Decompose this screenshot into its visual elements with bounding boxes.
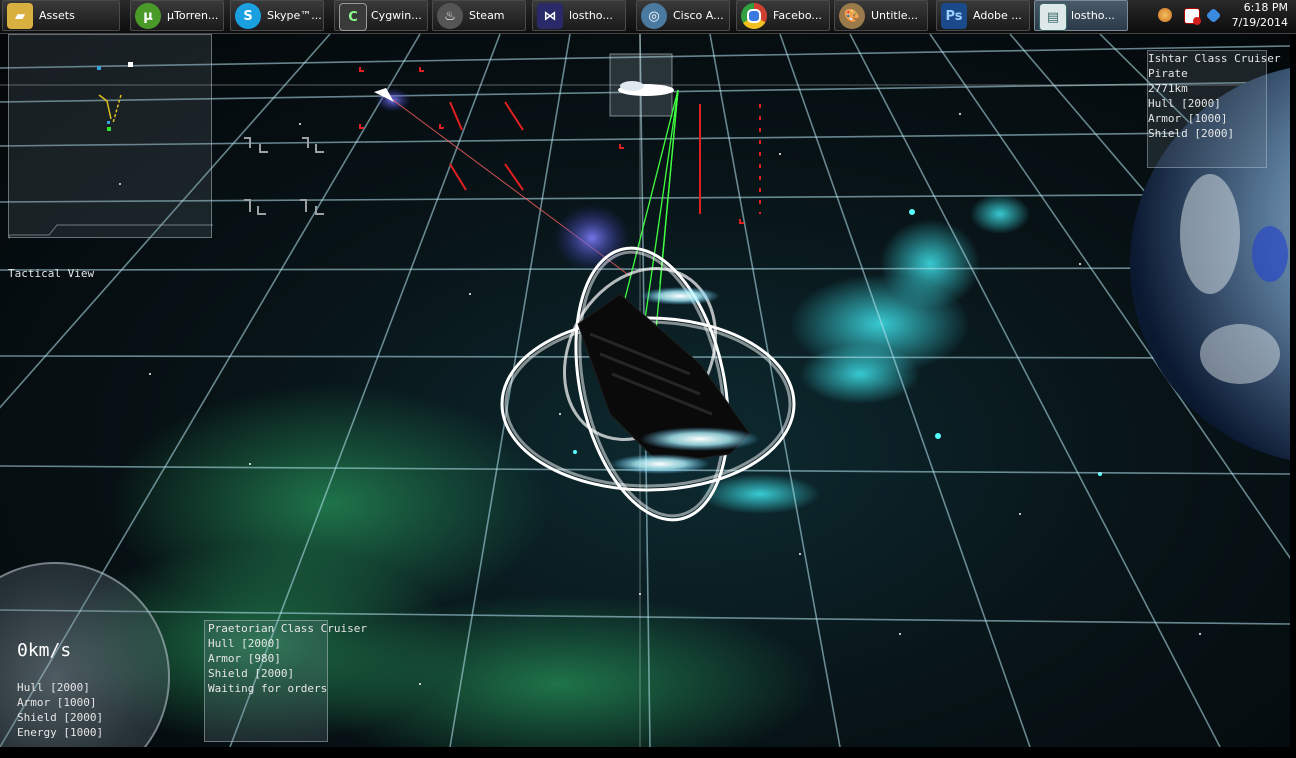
player-ship[interactable] bbox=[577, 287, 760, 474]
taskbar-item-photoshop[interactable]: Ps Adobe ... bbox=[936, 0, 1030, 31]
taskbar-item-label: Facebo... bbox=[773, 9, 822, 22]
speed-value: 0km/s bbox=[17, 640, 72, 661]
selected-ship-armor: Armor [980] bbox=[208, 652, 281, 665]
taskbar-item-label: Steam bbox=[469, 9, 505, 22]
window-bottom-border bbox=[0, 747, 1296, 758]
game-viewport[interactable]: Tactical View Ishtar Class Cruiser Pirat… bbox=[0, 34, 1290, 747]
taskbar-item-label: Cygwin... bbox=[371, 9, 422, 22]
utorrent-icon: µ bbox=[135, 3, 161, 29]
taskbar-item-skype[interactable]: S Skype™... bbox=[230, 0, 324, 31]
taskbar-item-utorrent[interactable]: µ µTorren... bbox=[130, 0, 224, 31]
paint-icon: 🎨 bbox=[839, 3, 865, 29]
clock-time[interactable]: 6:18 PM bbox=[1244, 1, 1288, 14]
taskbar-item-paint[interactable]: 🎨 Untitle... bbox=[834, 0, 928, 31]
selected-ship-status: Waiting for orders bbox=[208, 682, 328, 695]
taskbar-item-chrome[interactable]: Facebo... bbox=[736, 0, 830, 31]
taskbar-item-cisco[interactable]: ◎ Cisco A... bbox=[636, 0, 730, 31]
skype-icon: S bbox=[235, 3, 261, 29]
gauge-hull: Hull [2000] bbox=[17, 681, 90, 694]
taskbar-item-assets[interactable]: ▰ Assets bbox=[2, 0, 120, 31]
taskbar-item-game-window[interactable]: ▤ lostho... bbox=[1034, 0, 1128, 31]
target-shield: Shield [2000] bbox=[1148, 127, 1235, 140]
minimap[interactable] bbox=[8, 34, 213, 239]
target-name: Ishtar Class Cruiser bbox=[1148, 52, 1281, 65]
selected-ship-name: Praetorian Class Cruiser bbox=[208, 622, 367, 635]
target-hull: Hull [2000] bbox=[1148, 97, 1221, 110]
photoshop-icon: Ps bbox=[941, 3, 967, 29]
taskbar-item-label: Skype™... bbox=[267, 9, 322, 22]
chrome-icon bbox=[741, 3, 767, 29]
game-window-icon: ▤ bbox=[1039, 3, 1067, 31]
steam-icon: ♨ bbox=[437, 3, 463, 29]
target-armor: Armor [1000] bbox=[1148, 112, 1228, 125]
target-faction: Pirate bbox=[1148, 67, 1188, 80]
visual-studio-icon: ⋈ bbox=[537, 3, 563, 29]
action-center-flag-icon[interactable] bbox=[1184, 8, 1201, 25]
selected-ship-shield: Shield [2000] bbox=[208, 667, 295, 680]
taskbar-item-label: Adobe ... bbox=[973, 9, 1022, 22]
distant-ship[interactable] bbox=[374, 88, 411, 112]
gauge-armor: Armor [1000] bbox=[17, 696, 97, 709]
taskbar: ▰ Assets µ µTorren... S Skype™... C Cygw… bbox=[0, 0, 1296, 34]
shield-plasma bbox=[554, 204, 630, 272]
terminal-icon: C bbox=[339, 3, 367, 31]
window-right-border bbox=[1290, 34, 1296, 758]
taskbar-item-label: lostho... bbox=[569, 9, 613, 22]
taskbar-item-label: lostho... bbox=[1071, 9, 1115, 22]
taskbar-item-visual-studio[interactable]: ⋈ lostho... bbox=[532, 0, 626, 31]
minimap-content bbox=[8, 62, 213, 239]
taskbar-item-label: Assets bbox=[39, 9, 75, 22]
selected-ship-hull: Hull [2000] bbox=[208, 637, 281, 650]
system-tray: 6:18 PM 7/19/2014 bbox=[1150, 0, 1296, 33]
taskbar-item-steam[interactable]: ♨ Steam bbox=[432, 0, 526, 31]
network-icon[interactable] bbox=[1158, 8, 1172, 22]
taskbar-item-label: µTorren... bbox=[167, 9, 219, 22]
gauge-shield: Shield [2000] bbox=[17, 711, 104, 724]
taskbar-item-cygwin[interactable]: C Cygwin... bbox=[334, 0, 428, 31]
target-ship[interactable] bbox=[609, 53, 674, 117]
taskbar-item-label: Untitle... bbox=[871, 9, 919, 22]
clock-date[interactable]: 7/19/2014 bbox=[1232, 16, 1288, 29]
selected-ship-panel: Praetorian Class Cruiser Hull [2000] Arm… bbox=[204, 620, 367, 742]
folder-icon: ▰ bbox=[7, 3, 33, 29]
cisco-icon: ◎ bbox=[641, 3, 667, 29]
tactical-view-label: Tactical View bbox=[8, 267, 95, 280]
gauge-energy: Energy [1000] bbox=[17, 726, 104, 739]
dropbox-icon[interactable] bbox=[1205, 7, 1222, 24]
target-distance: 2771km bbox=[1148, 82, 1188, 95]
taskbar-item-label: Cisco A... bbox=[673, 9, 724, 22]
target-info-panel: Ishtar Class Cruiser Pirate 2771km Hull … bbox=[1147, 50, 1280, 168]
formation-slots bbox=[244, 137, 324, 215]
